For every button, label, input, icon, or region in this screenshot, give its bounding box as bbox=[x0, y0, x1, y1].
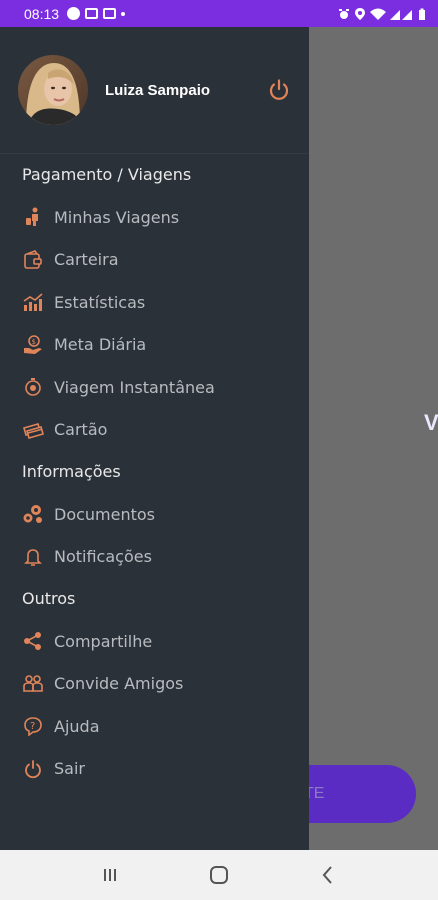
menu-item-meta-diaria[interactable]: $ Meta Diária bbox=[0, 324, 309, 367]
menu-item-label: Viagem Instantânea bbox=[54, 377, 215, 397]
recent-apps-icon[interactable] bbox=[98, 863, 122, 887]
battery-icon bbox=[419, 8, 425, 20]
profile-header: Luiza Sampaio bbox=[0, 27, 309, 154]
home-icon[interactable] bbox=[207, 863, 231, 887]
menu-item-label: Convide Amigos bbox=[54, 674, 184, 694]
menu-item-label: Meta Diária bbox=[54, 335, 147, 355]
menu-item-viagem-instantanea[interactable]: Viagem Instantânea bbox=[0, 366, 309, 409]
gallery-icon bbox=[103, 8, 117, 19]
circle-notification-icon bbox=[67, 7, 81, 20]
wallet-icon bbox=[22, 249, 44, 271]
menu-item-ajuda[interactable]: ? Ajuda bbox=[0, 705, 309, 748]
section-title-outros: Outros bbox=[22, 589, 76, 608]
menu-item-sair[interactable]: Sair bbox=[0, 748, 309, 791]
menu-item-label: Estatísticas bbox=[54, 292, 146, 312]
invite-friends-icon bbox=[22, 673, 44, 695]
power-icon bbox=[22, 758, 44, 780]
image-icon bbox=[85, 8, 99, 19]
menu-item-convide-amigos[interactable]: Convide Amigos bbox=[0, 663, 309, 706]
card-icon bbox=[22, 419, 44, 441]
menu-item-estatisticas[interactable]: Estatísticas bbox=[0, 281, 309, 324]
power-icon[interactable] bbox=[267, 78, 291, 102]
section-title-pagamento: Pagamento / Viagens bbox=[22, 165, 192, 184]
bell-icon bbox=[22, 546, 44, 568]
menu-item-documentos[interactable]: Documentos bbox=[0, 493, 309, 536]
svg-text:$: $ bbox=[32, 338, 36, 346]
menu-item-label: Notificações bbox=[54, 547, 152, 567]
avatar[interactable] bbox=[18, 55, 88, 125]
menu-item-label: Documentos bbox=[54, 504, 156, 524]
dot-icon bbox=[121, 11, 126, 16]
menu-item-cartao[interactable]: Cartão bbox=[0, 409, 309, 452]
navigation-drawer: Luiza Sampaio Pagamento / Viagens Minhas… bbox=[0, 27, 309, 850]
system-navigation-bar bbox=[0, 850, 438, 900]
menu-item-notificacoes[interactable]: Notificações bbox=[0, 536, 309, 579]
menu-item-label: Compartilhe bbox=[54, 631, 153, 651]
menu-item-carteira[interactable]: Carteira bbox=[0, 239, 309, 282]
back-icon[interactable] bbox=[316, 863, 340, 887]
statistics-chart-icon bbox=[22, 291, 44, 313]
menu-item-label: Ajuda bbox=[54, 716, 100, 736]
alarm-icon bbox=[339, 8, 349, 19]
menu-item-minhas-viagens[interactable]: Minhas Viagens bbox=[0, 196, 309, 239]
svg-text:?: ? bbox=[30, 721, 35, 732]
menu-item-label: Sair bbox=[54, 759, 85, 779]
instant-trip-icon bbox=[22, 376, 44, 398]
daily-goal-icon: $ bbox=[22, 334, 44, 356]
status-bar: 08:13 bbox=[0, 0, 438, 27]
menu-item-compartilhe[interactable]: Compartilhe bbox=[0, 620, 309, 663]
share-icon bbox=[22, 630, 44, 652]
section-title-informacoes: Informações bbox=[22, 462, 121, 481]
gears-icon bbox=[22, 503, 44, 525]
menu-item-label: Minhas Viagens bbox=[54, 207, 180, 227]
help-icon: ? bbox=[22, 715, 44, 737]
brand-mark: V bbox=[424, 410, 438, 435]
signal-icon bbox=[390, 9, 412, 20]
status-time: 08:13 bbox=[24, 5, 60, 22]
profile-name: Luiza Sampaio bbox=[105, 81, 211, 99]
wifi-icon bbox=[370, 8, 386, 20]
menu-item-label: Cartão bbox=[54, 420, 108, 440]
person-trips-icon bbox=[22, 206, 44, 228]
location-icon bbox=[355, 7, 365, 20]
menu-item-label: Carteira bbox=[54, 250, 119, 270]
